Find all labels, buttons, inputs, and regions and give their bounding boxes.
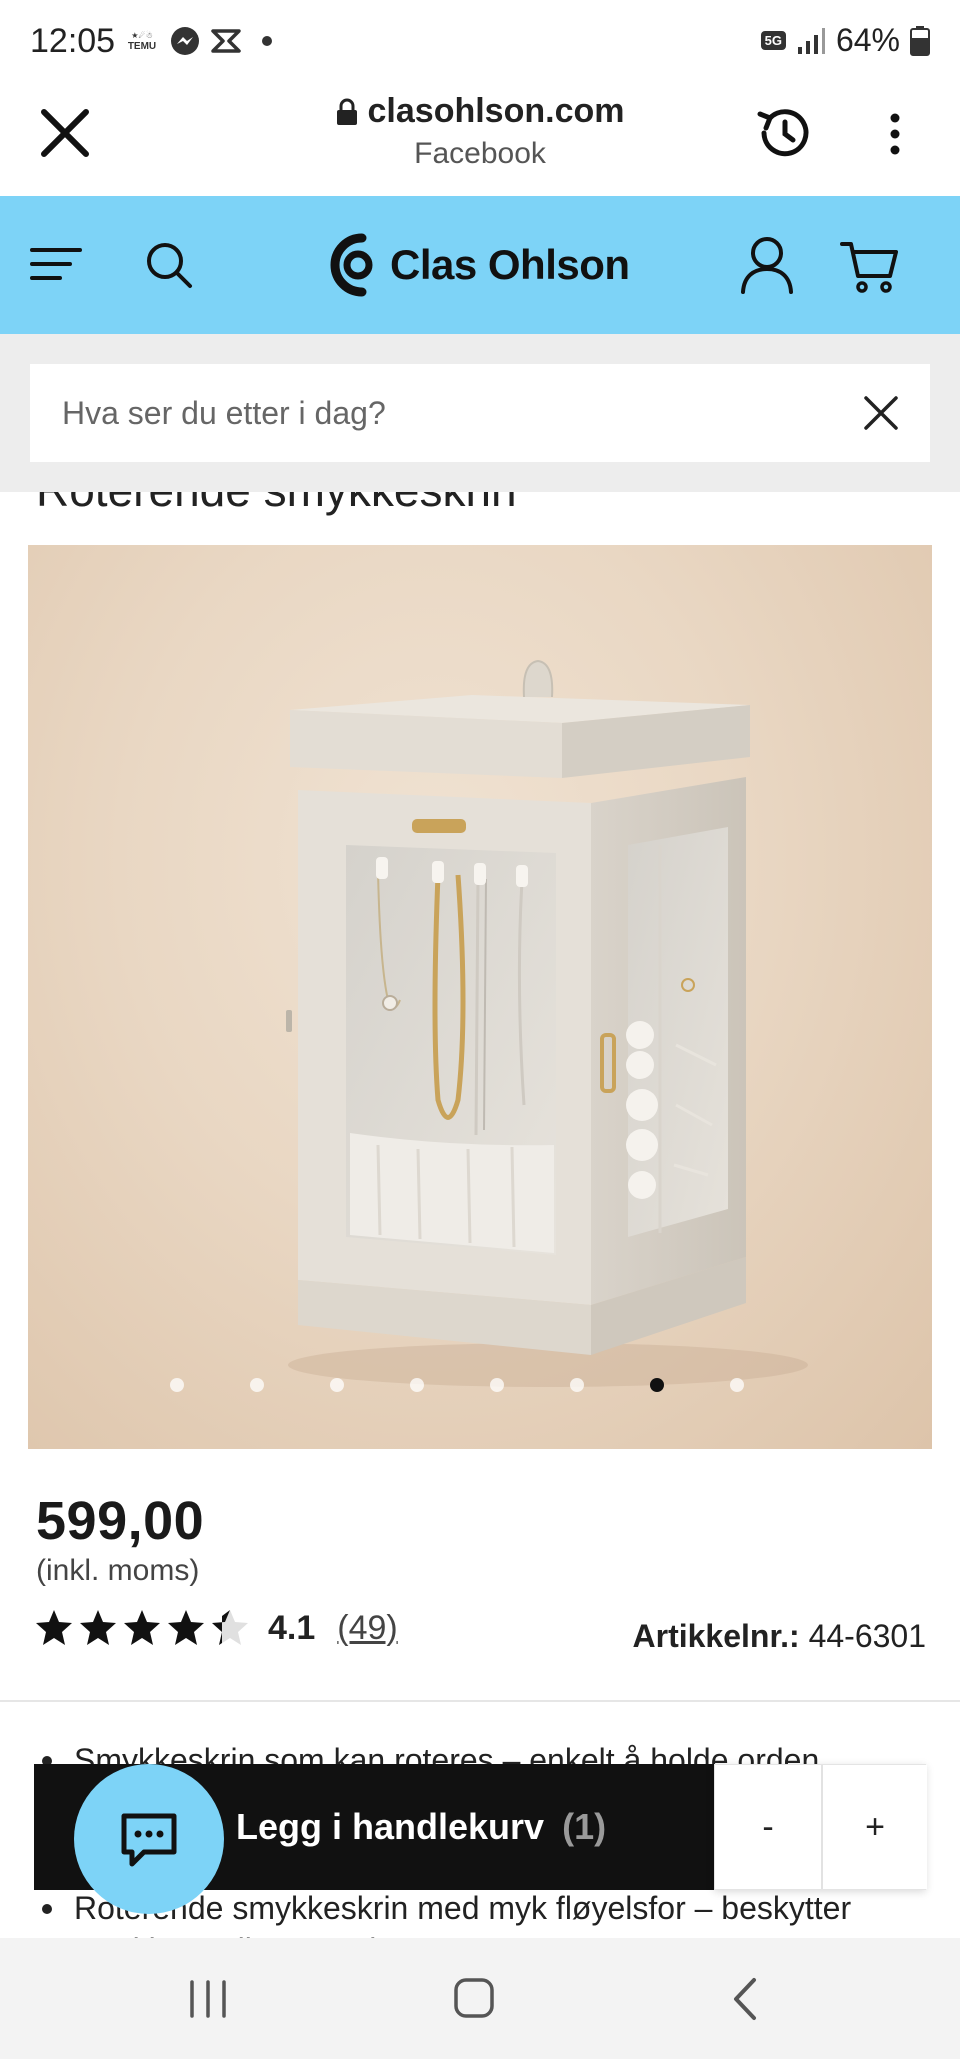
star-full-icon — [124, 1610, 160, 1645]
messenger-icon — [171, 27, 199, 55]
product-rating[interactable]: 4.1 (49) — [34, 1608, 398, 1648]
product-price: 599,00 — [36, 1491, 205, 1551]
back-icon[interactable] — [730, 1976, 760, 2022]
cart-icon[interactable] — [840, 238, 900, 294]
quantity-stepper: - + — [714, 1764, 927, 1890]
jewelry-box-image — [286, 659, 808, 1387]
carousel-dot[interactable] — [570, 1378, 584, 1392]
status-bar: 12:05 ★☄☃ TEMU 5G 64% — [0, 0, 960, 82]
menu-icon[interactable] — [30, 244, 82, 284]
product-image-carousel[interactable] — [28, 545, 932, 1449]
close-browser-button[interactable] — [38, 106, 92, 160]
url-text: clasohlson.com — [367, 92, 625, 130]
home-icon[interactable] — [452, 1976, 496, 2020]
carousel-dot-active[interactable] — [650, 1378, 664, 1392]
review-count-link[interactable]: (49) — [337, 1609, 397, 1648]
history-icon[interactable] — [752, 102, 814, 164]
star-full-icon — [80, 1610, 116, 1645]
search-input[interactable] — [62, 364, 842, 462]
decrease-quantity-button[interactable]: - — [715, 1765, 821, 1889]
browser-toolbar: clasohlson.com Facebook — [0, 82, 960, 196]
signal-icon — [797, 27, 825, 54]
article-number-value: 44-6301 — [808, 1618, 926, 1654]
rating-stars — [34, 1608, 250, 1648]
capcut-icon — [211, 29, 241, 53]
increase-quantity-button[interactable]: + — [823, 1765, 927, 1889]
search-icon[interactable] — [144, 240, 194, 290]
carousel-dots — [0, 1378, 960, 1398]
system-navigation-bar — [0, 1938, 960, 2059]
status-right: 5G 64% — [760, 22, 930, 59]
battery-percent: 64% — [835, 22, 900, 58]
account-icon[interactable] — [740, 236, 794, 294]
clear-search-icon[interactable] — [862, 394, 900, 432]
url-area[interactable]: clasohlson.com Facebook — [250, 92, 710, 171]
carousel-dot[interactable] — [250, 1378, 264, 1392]
add-to-cart-quantity: (1) — [562, 1806, 607, 1847]
status-notification-icons: ★☄☃ TEMU — [124, 26, 272, 56]
article-number: Artikkelnr.: 44-6301 — [633, 1618, 927, 1655]
notification-dot-icon — [262, 36, 272, 46]
clas-ohlson-logo[interactable]: Clas Ohlson — [328, 232, 630, 298]
temu-icon-label: TEMU — [127, 41, 157, 52]
article-number-label: Artikkelnr.: — [632, 1618, 800, 1654]
carousel-dot[interactable] — [490, 1378, 504, 1392]
section-divider — [0, 1700, 960, 1702]
more-options-icon[interactable] — [880, 110, 910, 158]
add-to-cart-label-wrap: Legg i handlekurv (1) — [236, 1806, 606, 1848]
lock-icon — [336, 98, 357, 125]
carousel-dot[interactable] — [170, 1378, 184, 1392]
star-full-icon — [168, 1610, 204, 1645]
referrer-text: Facebook — [414, 137, 546, 170]
temu-icon: ★☄☃ TEMU — [124, 30, 160, 52]
search-box — [30, 364, 930, 462]
star-partial-icon — [212, 1610, 248, 1645]
logo-mark-icon — [330, 233, 373, 297]
site-header: Clas Ohlson — [0, 196, 960, 334]
search-band — [0, 334, 960, 492]
logo-text: Clas Ohlson — [390, 241, 630, 288]
recent-apps-icon[interactable] — [186, 1978, 230, 2020]
star-full-icon — [36, 1610, 72, 1645]
price-vat-note: (inkl. moms) — [36, 1554, 200, 1587]
chat-button[interactable] — [74, 1764, 224, 1914]
carousel-dot[interactable] — [330, 1378, 344, 1392]
url-line: clasohlson.com — [336, 92, 625, 131]
carousel-dot[interactable] — [730, 1378, 744, 1392]
rating-value: 4.1 — [268, 1608, 316, 1647]
carousel-dot[interactable] — [410, 1378, 424, 1392]
add-to-cart-label: Legg i handlekurv — [236, 1806, 545, 1847]
battery-icon — [910, 25, 930, 56]
status-time: 12:05 — [30, 22, 116, 60]
network-5g-icon: 5G — [760, 31, 786, 50]
temu-icon-top: ★☄☃ — [131, 31, 153, 40]
chat-icon — [121, 1813, 177, 1867]
